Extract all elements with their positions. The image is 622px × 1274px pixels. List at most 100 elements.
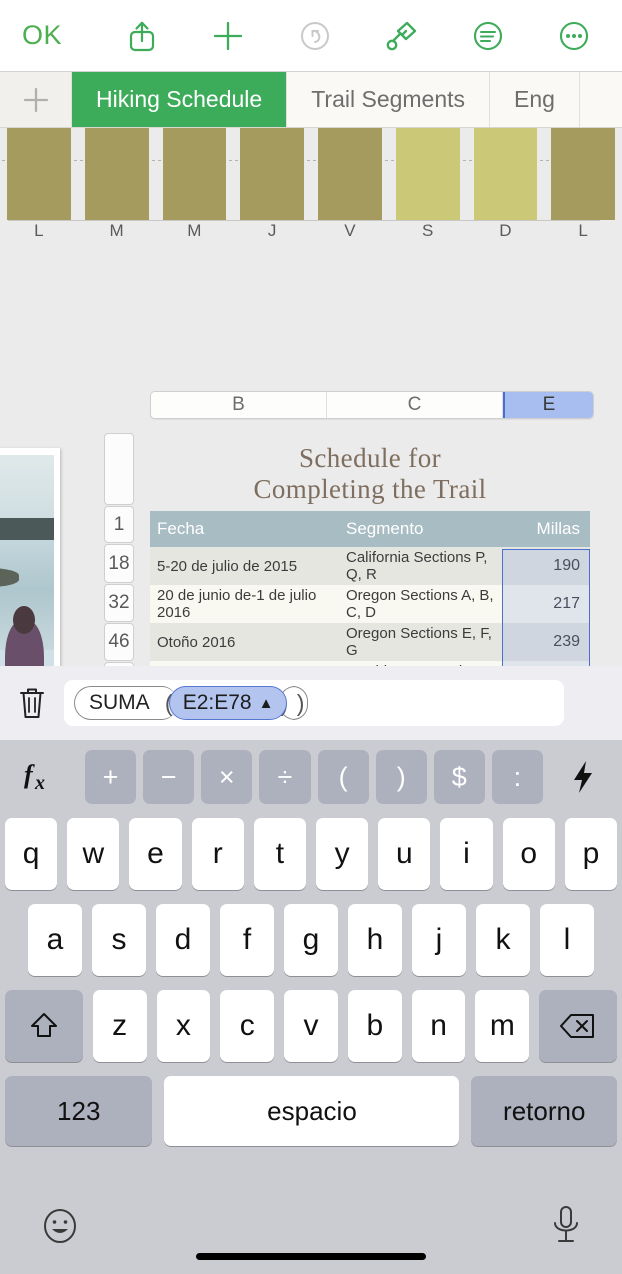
- key-paren-open[interactable]: (: [317, 750, 369, 804]
- key-y[interactable]: y: [316, 818, 369, 890]
- table-row[interactable]: 20 de junio de-1 de julio 2016 Oregon Se…: [150, 585, 590, 623]
- key-n[interactable]: n: [411, 990, 466, 1062]
- formula-range-text: E2:E78: [182, 691, 252, 714]
- fx-icon: f x: [24, 760, 45, 794]
- svg-text:f: f: [24, 760, 35, 789]
- numbers-key[interactable]: 123: [5, 1076, 153, 1146]
- key-p[interactable]: p: [564, 818, 618, 890]
- key-i[interactable]: i: [440, 818, 493, 890]
- dictation-button[interactable]: [548, 1203, 584, 1254]
- key-q[interactable]: q: [4, 818, 58, 890]
- key-paren-close[interactable]: ): [375, 750, 427, 804]
- chevron-up-icon[interactable]: ▲: [259, 695, 274, 712]
- key-e[interactable]: e: [129, 818, 182, 890]
- cell-millas[interactable]: 190: [502, 547, 590, 585]
- add-sheet-button[interactable]: [0, 72, 72, 127]
- key-f[interactable]: f: [220, 904, 274, 976]
- delete-formula-button[interactable]: [0, 685, 64, 721]
- chart-x-tick: J: [267, 221, 277, 240]
- row-header-32[interactable]: 32: [104, 584, 134, 622]
- cell-fecha[interactable]: 20 de junio de-1 de julio 2016: [150, 585, 346, 623]
- key-z[interactable]: z: [92, 990, 147, 1062]
- chart-x-tick: S: [421, 221, 434, 240]
- key-h[interactable]: h: [348, 904, 402, 976]
- undo-button[interactable]: [289, 10, 341, 62]
- row-header-1[interactable]: 1: [104, 506, 134, 543]
- key-j[interactable]: j: [412, 904, 466, 976]
- emoji-button[interactable]: [38, 1204, 82, 1253]
- fx-button[interactable]: f x: [6, 757, 78, 797]
- key-r[interactable]: r: [191, 818, 244, 890]
- key-x[interactable]: x: [156, 990, 211, 1062]
- formula-input[interactable]: SUMA ( E2:E78 ▲ ) ): [64, 680, 564, 726]
- chart-bar: [473, 128, 538, 220]
- chart-bar: [240, 128, 304, 220]
- column-header-e[interactable]: E: [503, 392, 593, 418]
- key-minus[interactable]: −: [143, 750, 195, 804]
- column-header-b[interactable]: B: [151, 392, 327, 418]
- sheet-tab-hiking-schedule[interactable]: Hiking Schedule: [72, 72, 288, 127]
- key-plus[interactable]: +: [85, 750, 137, 804]
- key-multiply[interactable]: ×: [201, 750, 253, 804]
- key-d[interactable]: d: [156, 904, 210, 976]
- formula-function-row: f x + − × ÷ ( ) $ :: [0, 740, 622, 814]
- photo-object[interactable]: [0, 448, 60, 666]
- formula-function-token[interactable]: SUMA: [74, 686, 162, 720]
- key-a[interactable]: a: [28, 904, 82, 976]
- key-s[interactable]: s: [92, 904, 146, 976]
- bar-chart[interactable]: L M M J V S D L: [0, 128, 622, 246]
- column-header-c[interactable]: C: [327, 392, 503, 418]
- key-u[interactable]: u: [378, 818, 431, 890]
- cell-millas[interactable]: 217: [502, 585, 590, 623]
- more-button[interactable]: [548, 10, 600, 62]
- key-dollar[interactable]: $: [433, 750, 485, 804]
- sheet-tab-trail-segments[interactable]: Trail Segments: [287, 72, 491, 127]
- shift-icon: [30, 1013, 57, 1037]
- cell-millas[interactable]: 239: [502, 623, 590, 661]
- table-title[interactable]: Schedule for Completing the Trail: [150, 443, 590, 505]
- row-header-blank[interactable]: [104, 433, 134, 505]
- document-options-button[interactable]: [462, 10, 514, 62]
- quick-formula-button[interactable]: [550, 759, 616, 795]
- key-t[interactable]: t: [253, 818, 306, 890]
- cell-segmento[interactable]: California Sections P, Q, R: [346, 547, 502, 585]
- cell-segmento[interactable]: Oregon Sections A, B, C, D: [346, 585, 502, 623]
- key-g[interactable]: g: [284, 904, 338, 976]
- formula-range-token[interactable]: E2:E78 ▲: [168, 686, 288, 720]
- share-button[interactable]: [116, 10, 168, 62]
- key-b[interactable]: b: [347, 990, 402, 1062]
- row-header-18[interactable]: 18: [104, 544, 134, 583]
- key-w[interactable]: w: [67, 818, 120, 890]
- row-header-46[interactable]: 46: [104, 623, 134, 661]
- format-button[interactable]: [375, 10, 427, 62]
- cell-segmento[interactable]: Oregon Sections E, F, G: [346, 623, 502, 661]
- space-key[interactable]: espacio: [164, 1076, 460, 1146]
- svg-text:x: x: [34, 772, 45, 794]
- emoji-icon: [44, 1208, 76, 1243]
- cell-fecha[interactable]: 5-20 de julio de 2015: [150, 547, 346, 585]
- chart-bar-slot: [151, 128, 234, 220]
- chart-x-tick: L: [34, 221, 44, 240]
- key-c[interactable]: c: [220, 990, 275, 1062]
- table-row[interactable]: 5-20 de julio de 2015 California Section…: [150, 547, 590, 585]
- key-divide[interactable]: ÷: [259, 750, 311, 804]
- table-title-line2: Completing the Trail: [253, 474, 487, 504]
- ok-button[interactable]: OK: [22, 20, 82, 51]
- chart-bar: [7, 128, 71, 220]
- key-l[interactable]: l: [540, 904, 594, 976]
- key-v[interactable]: v: [284, 990, 338, 1062]
- key-colon[interactable]: :: [491, 750, 543, 804]
- key-o[interactable]: o: [502, 818, 555, 890]
- sheet-tab-eng[interactable]: Eng: [490, 72, 580, 127]
- chart-x-tick: L: [578, 221, 588, 240]
- key-k[interactable]: k: [476, 904, 530, 976]
- shift-key[interactable]: [5, 990, 83, 1062]
- insert-button[interactable]: [202, 10, 254, 62]
- cell-fecha[interactable]: Otoño 2016: [150, 623, 346, 661]
- sheet-canvas: L M M J V S D L B C E 1 18 32 46 Schedul…: [0, 128, 622, 666]
- return-key[interactable]: retorno: [471, 1076, 617, 1146]
- table-row[interactable]: Otoño 2016 Oregon Sections E, F, G 239: [150, 623, 590, 661]
- chart-bar-slot: [540, 128, 622, 220]
- key-m[interactable]: m: [475, 990, 530, 1062]
- backspace-key[interactable]: [539, 990, 617, 1062]
